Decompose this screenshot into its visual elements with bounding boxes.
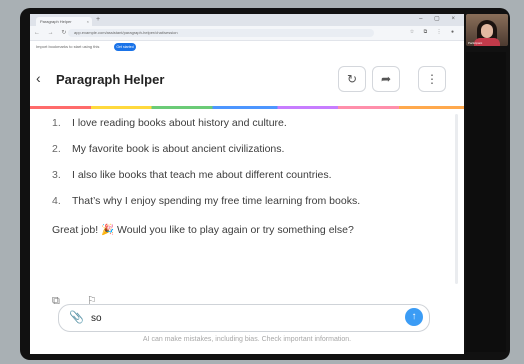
- app-header: ‹ Paragraph Helper ↻ ➦ ⋮: [30, 52, 464, 104]
- list-item: 3. I also like books that teach me about …: [52, 169, 332, 181]
- browser-tab-title: Paragraph Helper: [40, 19, 72, 24]
- nav-buttons[interactable]: ← → ↻: [34, 29, 69, 36]
- refresh-button[interactable]: ↻: [338, 66, 366, 92]
- message-input[interactable]: [89, 310, 353, 327]
- url-field[interactable]: app.example.com/assistant/paragraph-help…: [68, 29, 374, 37]
- share-icon: ➦: [380, 72, 392, 86]
- scrollbar[interactable]: [455, 114, 458, 284]
- address-bar: ← → ↻ app.example.com/assistant/paragrap…: [30, 26, 464, 41]
- bookmarks-pill-button[interactable]: Get started: [114, 43, 136, 51]
- device-frame: Paragraph Helper × + – ▢ × ← → ↻ app.exa…: [20, 8, 510, 360]
- chat-messages: 1. I love reading books about history and…: [52, 116, 432, 240]
- sentence-list: 1. I love reading books about history and…: [52, 116, 432, 208]
- share-button[interactable]: ➦: [372, 66, 400, 92]
- new-tab-button[interactable]: +: [96, 16, 100, 23]
- browser-tab[interactable]: Paragraph Helper ×: [36, 17, 92, 26]
- more-icon: ⋮: [426, 72, 438, 86]
- list-item: 1. I love reading books about history and…: [52, 117, 287, 129]
- disclaimer-text: AI can make mistakes, including bias. Ch…: [142, 336, 352, 343]
- webcam-thumbnail: Participant: [466, 14, 508, 46]
- party-icon: 🎉: [101, 224, 115, 236]
- window-controls[interactable]: – ▢ ×: [419, 15, 460, 22]
- close-tab-icon[interactable]: ×: [87, 17, 89, 26]
- page-title: Paragraph Helper: [56, 72, 165, 87]
- tab-strip: Paragraph Helper × + – ▢ ×: [30, 14, 464, 26]
- more-button[interactable]: ⋮: [418, 66, 446, 92]
- webcam-label: Participant: [468, 41, 483, 45]
- send-button[interactable]: ↑: [405, 308, 423, 326]
- refresh-icon: ↻: [346, 72, 358, 86]
- address-icons[interactable]: ☆ ⧉ ⋮ ●: [410, 29, 458, 35]
- chat-input-box: 📎 ↑: [58, 304, 430, 332]
- list-item: 4. That’s why I enjoy spending my free ti…: [52, 195, 361, 207]
- side-panel: [466, 52, 506, 352]
- list-item: 2. My favorite book is about ancient civi…: [52, 143, 285, 155]
- rainbow-divider: [30, 106, 464, 109]
- attach-icon[interactable]: 📎: [69, 310, 84, 324]
- screen: Paragraph Helper × + – ▢ × ← → ↻ app.exa…: [30, 14, 464, 354]
- assistant-reply: Great job! 🎉 Would you like to play agai…: [52, 224, 354, 236]
- webcam-face: [481, 24, 493, 38]
- back-button[interactable]: ‹: [36, 70, 41, 86]
- bookmarks-text: Import bookmarks to start using this: [36, 44, 100, 49]
